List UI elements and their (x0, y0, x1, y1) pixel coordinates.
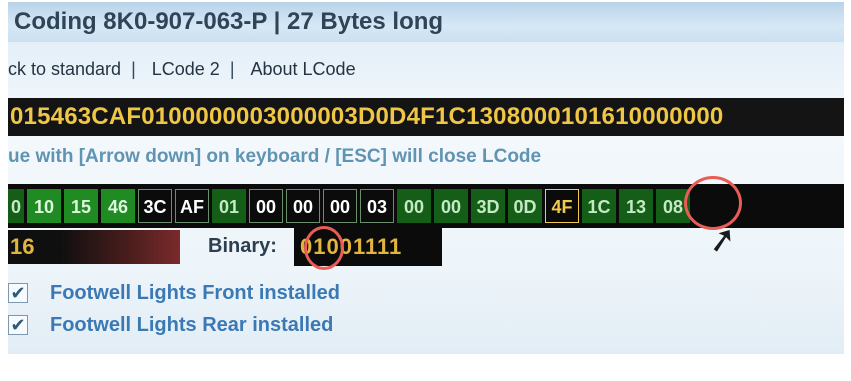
menu-about-lcode[interactable]: About LCode (251, 59, 356, 80)
menu-bar: ck to standard | LCode 2 | About LCode (8, 52, 844, 86)
checkbox-footwell-front[interactable]: ✔ (8, 283, 28, 303)
byte-cell[interactable]: 10 (27, 189, 61, 223)
option-footwell-front[interactable]: ✔ Footwell Lights Front installed (8, 278, 340, 308)
byte-cell[interactable]: 0 (8, 189, 24, 223)
option-label-footwell-rear: Footwell Lights Rear installed (50, 313, 334, 336)
byte-cell[interactable]: 0D (508, 189, 542, 223)
bit-highlight-circle (304, 226, 344, 270)
byte-cell[interactable]: 00 (286, 189, 320, 223)
menu-separator: | (131, 58, 136, 79)
byte-cell[interactable]: 46 (101, 189, 135, 223)
lcode-window: Coding 8K0-907-063-P | 27 Bytes long ck … (8, 2, 844, 354)
title-bar: Coding 8K0-907-063-P | 27 Bytes long (8, 2, 844, 42)
binary-label: Binary: (208, 235, 277, 257)
byte-cell[interactable]: 01 (212, 189, 246, 223)
menu-back-to-standard[interactable]: ck to standard (8, 59, 121, 80)
byte-cell[interactable]: 00 (323, 189, 357, 223)
byte-cell[interactable]: AF (175, 189, 209, 223)
byte-cell[interactable]: 00 (249, 189, 283, 223)
option-label-footwell-front: Footwell Lights Front installed (50, 281, 340, 304)
option-footwell-rear[interactable]: ✔ Footwell Lights Rear installed (8, 310, 333, 340)
coding-string: 015463CAF0100000003000003D0D4F1C13080001… (10, 103, 724, 130)
byte-cell[interactable]: 3C (138, 189, 172, 223)
check-icon: ✔ (10, 282, 26, 303)
check-icon: ✔ (10, 314, 26, 335)
byte-cell[interactable]: 00 (434, 189, 468, 223)
checkbox-footwell-rear[interactable]: ✔ (8, 315, 28, 335)
byte-cell-selected[interactable]: 4F (545, 189, 579, 223)
byte-cell[interactable]: 1C (582, 189, 616, 223)
byte-cell[interactable]: 3D (471, 189, 505, 223)
byte-value: 16 (10, 234, 35, 259)
byte-cell[interactable]: 03 (360, 189, 394, 223)
byte-cell[interactable]: 00 (397, 189, 431, 223)
byte-value-field: 16 (8, 230, 180, 264)
coding-string-field[interactable]: 015463CAF0100000003000003D0D4F1C13080001… (8, 98, 844, 136)
byte-cell[interactable]: 13 (619, 189, 653, 223)
menu-separator: | (229, 58, 235, 79)
keyboard-hint: ue with [Arrow down] on keyboard / [ESC]… (8, 146, 542, 167)
byte-cell[interactable]: 15 (64, 189, 98, 223)
menu-lcode-2[interactable]: LCode 2 (152, 59, 220, 80)
window-title: Coding 8K0-907-063-P | 27 Bytes long (14, 8, 444, 35)
